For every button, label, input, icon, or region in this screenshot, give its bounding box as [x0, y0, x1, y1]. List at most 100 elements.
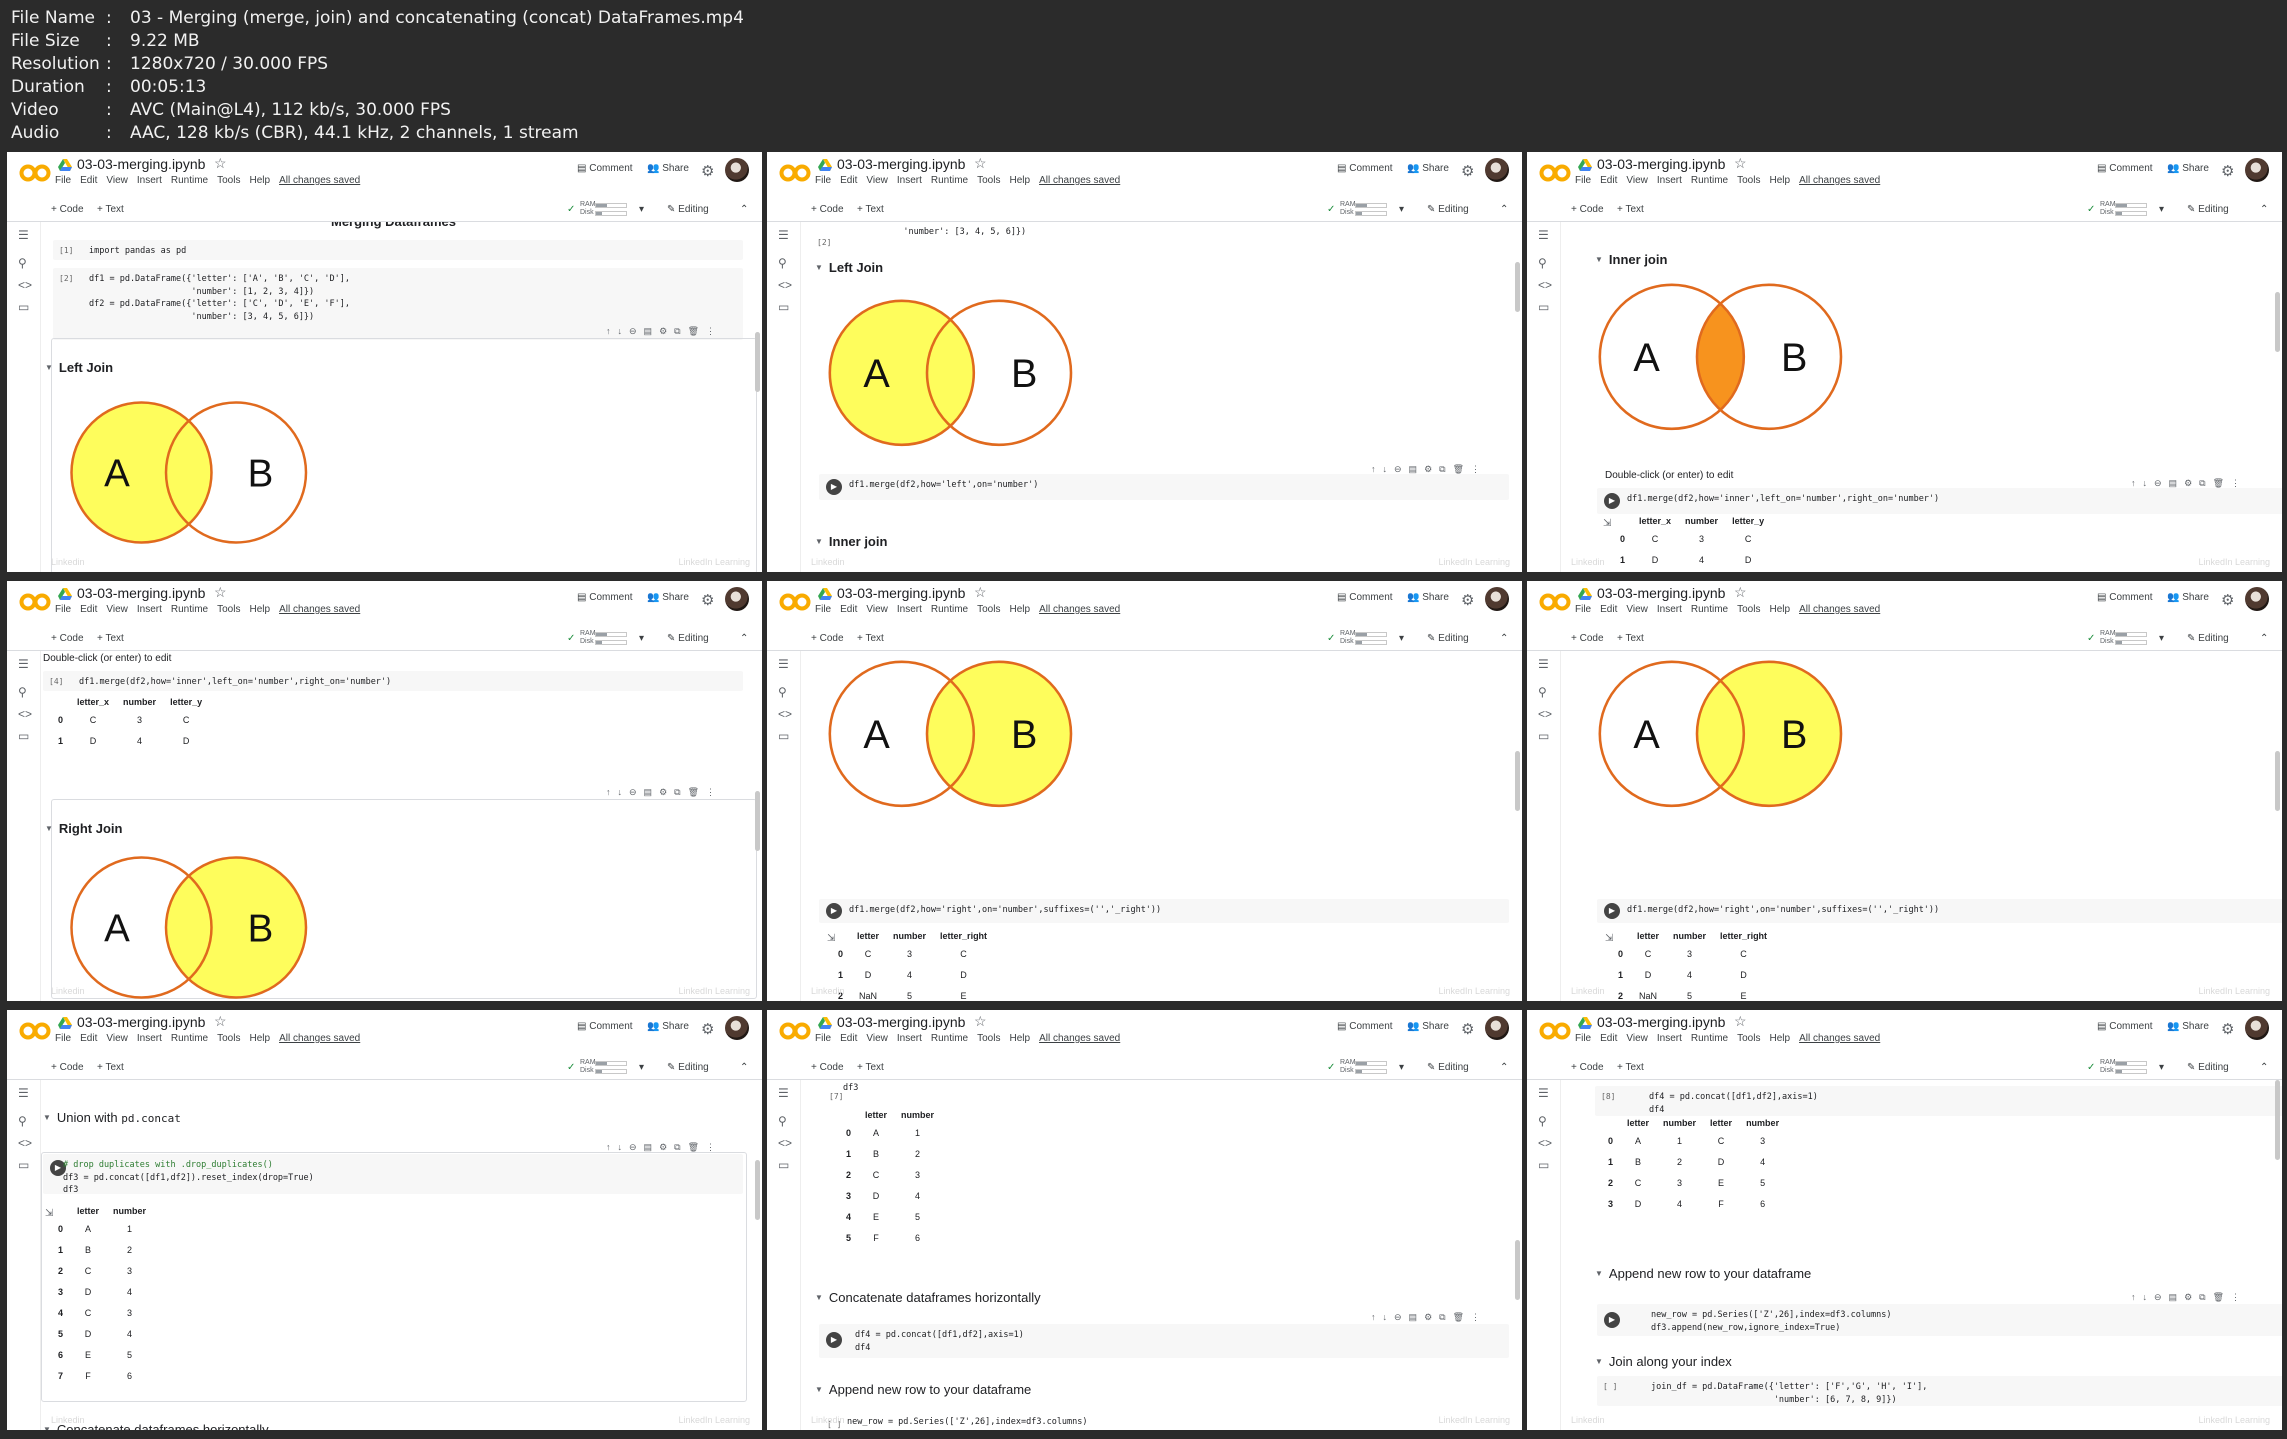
resources-dropdown-icon[interactable]: ▾ [1399, 204, 1404, 215]
search-icon[interactable]: ⚲ [1538, 256, 1547, 270]
collapse-chevron-icon[interactable]: ⌃ [1500, 204, 1508, 215]
editing-mode-button[interactable]: ✎ Editing [2187, 1062, 2229, 1073]
code-line[interactable]: df1.merge(df2,how='left',on='number') [849, 479, 1038, 492]
menu-item[interactable]: Insert [897, 604, 922, 615]
avatar[interactable] [725, 1016, 749, 1040]
move-up-icon[interactable]: ↑ [2131, 478, 2143, 488]
colab-logo-icon[interactable] [19, 1021, 51, 1041]
cell-toolbar[interactable]: ↑↓⊖▤⚙⧉🗑⋮ [1371, 1312, 1487, 1323]
star-icon[interactable]: ☆ [1734, 584, 1747, 601]
comment-button[interactable]: ▤ Comment [2097, 592, 2153, 603]
comment-button[interactable]: ▤ Comment [1337, 1021, 1393, 1032]
menu-item[interactable]: Tools [1737, 604, 1760, 615]
link-icon[interactable]: ⊖ [629, 787, 644, 797]
code-line[interactable]: df4 [1649, 1104, 1664, 1117]
menu-item[interactable]: Insert [137, 1033, 162, 1044]
collapse-caret-icon[interactable]: ▼ [1595, 1269, 1603, 1278]
code-cell[interactable]: ▶ # drop duplicates with .drop_duplicates… [43, 1154, 743, 1197]
delete-icon[interactable]: 🗑 [688, 326, 706, 336]
editing-mode-button[interactable]: ✎ Editing [1427, 633, 1469, 644]
mirror-icon[interactable]: ⧉ [674, 326, 687, 336]
menu-item[interactable]: View [106, 604, 128, 615]
code-line[interactable]: df1.merge(df2,how='inner',left_on='numbe… [79, 676, 391, 689]
gear-icon[interactable]: ⚙ [2221, 1020, 2234, 1038]
menu-item[interactable]: File [55, 175, 71, 186]
resources-dropdown-icon[interactable]: ▾ [1399, 1062, 1404, 1073]
more-icon[interactable]: ⋮ [706, 787, 722, 797]
comment-button[interactable]: ▤ Comment [2097, 163, 2153, 174]
comment-icon[interactable]: ▤ [644, 1142, 660, 1152]
mirror-icon[interactable]: ⧉ [2199, 1292, 2212, 1302]
menu-item[interactable]: Tools [977, 175, 1000, 186]
files-icon[interactable]: ▭ [778, 300, 789, 314]
code-line[interactable]: 'number': [1, 2, 3, 4]}) [89, 286, 314, 299]
avatar[interactable] [2245, 1016, 2269, 1040]
collapse-caret-icon[interactable]: ▼ [815, 1385, 823, 1394]
code-snippets-icon[interactable]: <> [778, 278, 792, 292]
notebook-title[interactable]: 03-03-merging.ipynb [1597, 585, 1725, 601]
star-icon[interactable]: ☆ [214, 155, 227, 172]
add-code-button[interactable]: + Code [1571, 633, 1604, 644]
comment-icon[interactable]: ▤ [2169, 478, 2185, 488]
toc-icon[interactable]: ☰ [778, 228, 789, 242]
more-icon[interactable]: ⋮ [1471, 1312, 1487, 1322]
scrollbar-thumb[interactable] [755, 791, 760, 851]
search-icon[interactable]: ⚲ [778, 685, 787, 699]
star-icon[interactable]: ☆ [1734, 1013, 1747, 1030]
star-icon[interactable]: ☆ [214, 584, 227, 601]
add-text-button[interactable]: + Text [1617, 1062, 1644, 1073]
menu-item[interactable]: Runtime [171, 175, 208, 186]
more-icon[interactable]: ⋮ [1471, 464, 1487, 474]
files-icon[interactable]: ▭ [18, 729, 29, 743]
code-snippets-icon[interactable]: <> [778, 707, 792, 721]
search-icon[interactable]: ⚲ [18, 1114, 27, 1128]
settings-icon[interactable]: ⚙ [1424, 464, 1439, 474]
comment-button[interactable]: ▤ Comment [1337, 592, 1393, 603]
editing-mode-button[interactable]: ✎ Editing [1427, 204, 1469, 215]
gear-icon[interactable]: ⚙ [2221, 591, 2234, 609]
code-snippets-icon[interactable]: <> [1538, 707, 1552, 721]
add-text-button[interactable]: + Text [857, 1062, 884, 1073]
resources-dropdown-icon[interactable]: ▾ [639, 633, 644, 644]
mirror-icon[interactable]: ⧉ [1439, 1312, 1452, 1322]
add-code-button[interactable]: + Code [51, 1062, 84, 1073]
menu-item[interactable]: View [106, 1033, 128, 1044]
colab-logo-icon[interactable] [1539, 1021, 1571, 1041]
collapse-caret-icon[interactable]: ▼ [815, 537, 823, 546]
add-code-button[interactable]: + Code [811, 1062, 844, 1073]
mirror-icon[interactable]: ⧉ [1439, 464, 1452, 474]
code-line[interactable]: 'number': [3, 4, 5, 6]}) [89, 311, 314, 324]
menu-item[interactable]: Runtime [1691, 175, 1728, 186]
collapse-caret-icon[interactable]: ▼ [1595, 1357, 1603, 1366]
share-button[interactable]: 👥 Share [647, 1021, 689, 1032]
menu-item[interactable]: All changes saved [1799, 1033, 1880, 1044]
code-line[interactable]: df3 [63, 1184, 78, 1197]
mirror-icon[interactable]: ⧉ [2199, 478, 2212, 488]
editing-mode-button[interactable]: ✎ Editing [667, 204, 709, 215]
move-down-icon[interactable]: ↓ [1383, 464, 1395, 474]
editing-mode-button[interactable]: ✎ Editing [1427, 1062, 1469, 1073]
resources-dropdown-icon[interactable]: ▾ [2159, 204, 2164, 215]
editing-mode-button[interactable]: ✎ Editing [667, 1062, 709, 1073]
code-line[interactable]: df2 = pd.DataFrame({'letter': ['C', 'D',… [89, 298, 350, 311]
resources-dropdown-icon[interactable]: ▾ [2159, 633, 2164, 644]
star-icon[interactable]: ☆ [214, 1013, 227, 1030]
collapse-caret-icon[interactable]: ▼ [45, 363, 53, 372]
colab-logo-icon[interactable] [1539, 163, 1571, 183]
menu-item[interactable]: File [1575, 1033, 1591, 1044]
delete-icon[interactable]: 🗑 [1453, 1312, 1471, 1322]
toc-icon[interactable]: ☰ [778, 657, 789, 671]
menu-item[interactable]: Tools [217, 175, 240, 186]
menu-item[interactable]: Insert [137, 604, 162, 615]
menu-item[interactable]: File [815, 604, 831, 615]
menu-item[interactable]: Runtime [931, 175, 968, 186]
collapse-caret-icon[interactable]: ▼ [45, 824, 53, 833]
settings-icon[interactable]: ⚙ [659, 1142, 674, 1152]
menu-item[interactable]: All changes saved [1799, 604, 1880, 615]
files-icon[interactable]: ▭ [18, 1158, 29, 1172]
menu-item[interactable]: All changes saved [1039, 175, 1120, 186]
menu-item[interactable]: Runtime [171, 604, 208, 615]
collapse-caret-icon[interactable]: ▼ [1595, 255, 1603, 264]
search-icon[interactable]: ⚲ [778, 1114, 787, 1128]
code-line[interactable]: df4 = pd.concat([df1,df2],axis=1) [855, 1329, 1024, 1342]
